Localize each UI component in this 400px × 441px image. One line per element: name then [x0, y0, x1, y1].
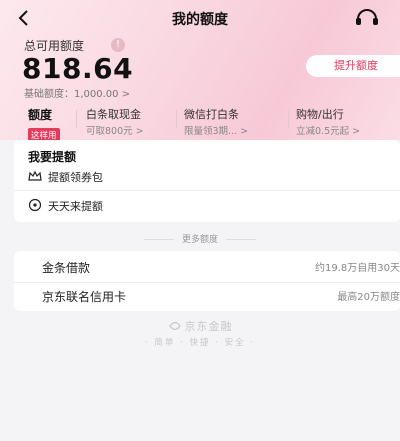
more-item-desc: 约19.8万自用30天	[315, 263, 400, 274]
tab-shopping-travel[interactable]: 购物/出行 立减0.5元起 >	[296, 106, 400, 137]
raise-credit-card: 我要提额 提额领券包 天天来提额	[14, 140, 400, 222]
divider	[14, 190, 400, 191]
jd-finance-logo-icon	[168, 321, 181, 331]
brand-slogan: · 简单 · 快捷 · 安全 ·	[144, 338, 256, 348]
divider	[14, 282, 400, 283]
feature-tabs: 额度 这样用 白条取现金 可取800元 > 微信打白条 限量领3期... > 购…	[14, 106, 400, 142]
brand-name: 京东金融	[0, 318, 400, 334]
tab-title: 微信打白条	[184, 108, 239, 121]
tab-divider	[288, 110, 289, 128]
footer-branding: 京东金融 · 简单 · 快捷 · 安全 ·	[0, 318, 400, 348]
target-icon	[28, 198, 42, 212]
tab-title: 白条取现金	[86, 108, 141, 121]
tab-divider	[176, 110, 177, 128]
tab-credit-usage[interactable]: 额度 这样用	[28, 106, 88, 142]
raise-credit-button[interactable]: 提升额度	[306, 55, 400, 77]
customer-service-icon[interactable]	[354, 7, 380, 29]
tab-cash-withdraw[interactable]: 白条取现金 可取800元 >	[86, 106, 178, 137]
tab-subtitle: 可取800元 >	[86, 126, 144, 137]
crown-icon	[28, 170, 42, 181]
tab-title: 额度	[28, 108, 53, 122]
top-nav-bar: 我的额度	[0, 0, 400, 36]
more-item-desc: 最高20万额度	[337, 292, 400, 303]
available-credit-amount: 818.64	[22, 52, 134, 85]
more-item-jintiao-loan[interactable]: 金条借款 约19.8万自用30天	[28, 259, 400, 281]
info-icon[interactable]: !	[111, 38, 125, 52]
more-item-credit-card[interactable]: 京东联名信用卡 最高20万额度	[28, 288, 400, 310]
raise-item-label: 提额领券包	[48, 171, 103, 184]
raise-item-coupon-pack[interactable]: 提额领券包	[28, 169, 103, 187]
page-title: 我的额度	[172, 12, 228, 28]
base-credit-link[interactable]: 基础额度：1,000.00 >	[24, 85, 130, 100]
tab-wechat-pay[interactable]: 微信打白条 限量领3期... >	[184, 106, 284, 137]
more-credit-card: 金条借款 约19.8万自用30天 京东联名信用卡 最高20万额度	[14, 251, 400, 311]
more-item-name: 京东联名信用卡	[42, 290, 127, 304]
tab-subtitle: 限量领3期... >	[184, 126, 249, 137]
raise-item-daily[interactable]: 天天来提额	[28, 198, 103, 216]
tab-subtitle: 立减0.5元起 >	[296, 126, 361, 137]
brand-label: 京东金融	[184, 320, 233, 333]
tab-divider	[76, 110, 77, 128]
more-item-name: 金条借款	[42, 261, 91, 275]
raise-section-heading: 我要提额	[28, 150, 77, 164]
tab-title: 购物/出行	[296, 108, 344, 121]
raise-item-label: 天天来提额	[48, 200, 103, 213]
more-credit-divider-label: 更多额度	[0, 232, 400, 245]
